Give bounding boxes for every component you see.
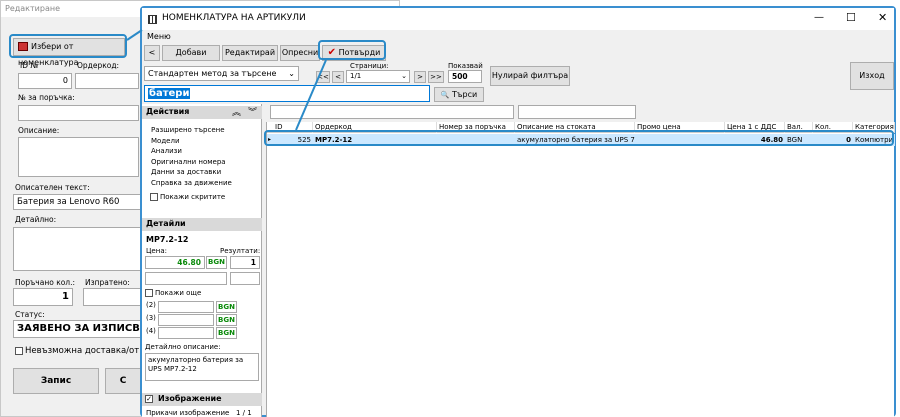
callout-line-select [126, 29, 143, 41]
callout-lines [126, 29, 327, 131]
callout-line-confirm [295, 59, 327, 131]
